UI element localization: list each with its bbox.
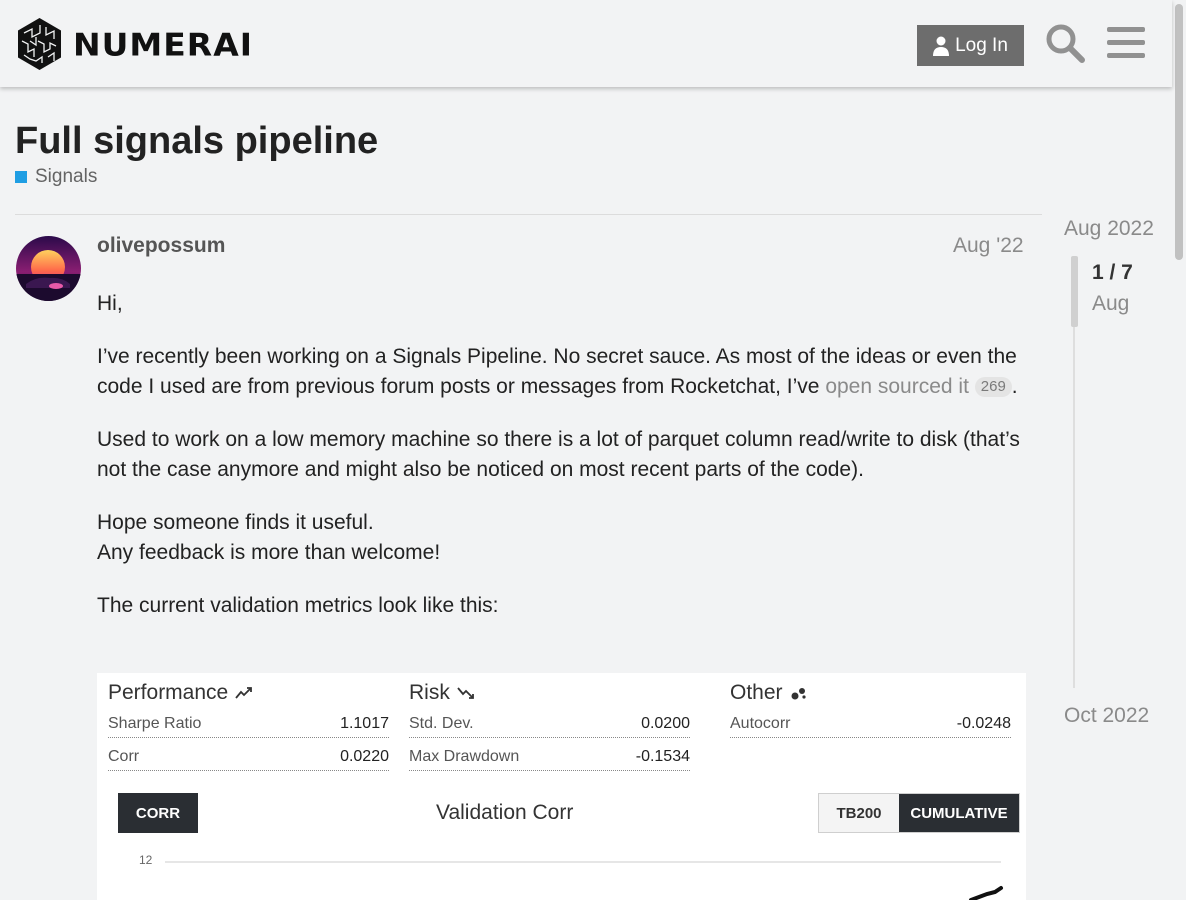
divider	[15, 214, 1042, 215]
post-paragraph-1: I’ve recently been working on a Signals …	[97, 342, 1027, 403]
metric-row: Std. Dev. 0.0200	[409, 705, 690, 738]
trending-down-icon	[457, 687, 474, 699]
post-body: Hi, I’ve recently been working on a Sign…	[97, 289, 1027, 643]
scrollbar-thumb[interactable]	[1175, 4, 1183, 260]
site-header: NUMERAI Log In	[0, 0, 1172, 87]
post-paragraph-3: Hope someone finds it useful. Any feedbac…	[97, 508, 1027, 569]
chart-gridline	[165, 861, 1001, 863]
post-paragraph-4: The current validation metrics look like…	[97, 593, 499, 617]
timeline-handle[interactable]	[1071, 256, 1078, 327]
page-scrollbar[interactable]	[1172, 0, 1186, 900]
risk-heading: Risk	[409, 681, 450, 704]
metric-label: Std. Dev.	[409, 715, 474, 732]
timeline-position: 1 / 7	[1092, 261, 1133, 284]
p3-line2: Any feedback is more than welcome!	[97, 541, 441, 564]
avatar[interactable]	[16, 236, 81, 301]
metric-row: Autocorr -0.0248	[730, 705, 1011, 738]
metric-label: Autocorr	[730, 715, 791, 732]
performance-heading: Performance	[108, 681, 229, 704]
performance-metrics: Performance Sharpe Ratio 1.1017 Corr 0.022…	[108, 681, 389, 771]
hamburger-menu-icon[interactable]	[1107, 25, 1145, 61]
risk-metrics: Risk Std. Dev. 0.0200 Max Drawdown -0.1534	[409, 681, 690, 771]
metric-label: Max Drawdown	[409, 748, 520, 765]
user-icon	[933, 36, 950, 56]
metric-label: Corr	[108, 748, 140, 765]
timeline-position-date: Aug	[1092, 292, 1130, 315]
cumulative-option: CUMULATIVE	[899, 794, 1019, 832]
other-metrics: Other Autocorr -0.0248	[730, 681, 1011, 738]
metric-value: 1.1017	[340, 715, 389, 732]
bubbles-icon	[791, 688, 806, 700]
tb200-option: TB200	[819, 794, 899, 832]
timeline-end-date[interactable]: Oct 2022	[1064, 704, 1149, 728]
link-click-count: 269	[974, 377, 1012, 397]
numerai-logo-icon	[18, 18, 61, 70]
trending-up-icon	[235, 687, 253, 699]
numerai-logo[interactable]: NUMERAI	[16, 17, 253, 71]
metric-value: -0.1534	[635, 748, 690, 765]
post-date[interactable]: Aug '22	[953, 234, 1024, 258]
metric-row: Max Drawdown -0.1534	[409, 738, 690, 771]
metric-label: Sharpe Ratio	[108, 715, 202, 732]
open-sourced-link[interactable]: open sourced it	[825, 375, 969, 398]
metric-row: Corr 0.0220	[108, 738, 389, 771]
metric-value: -0.0248	[956, 715, 1011, 732]
metric-value: 0.0200	[641, 715, 690, 732]
post-username[interactable]: olivepossum	[97, 234, 225, 258]
validation-metrics-image[interactable]: Performance Sharpe Ratio 1.1017 Corr 0.022…	[97, 673, 1026, 900]
other-heading: Other	[730, 681, 783, 704]
login-label: Log In	[955, 34, 1008, 56]
logo-text: NUMERAI	[73, 25, 254, 63]
y-axis-tick: 12	[139, 853, 153, 867]
timeline-start-date[interactable]: Aug 2022	[1064, 217, 1154, 241]
metric-value: 0.0220	[340, 748, 389, 765]
avatar-image	[16, 236, 81, 301]
category-badge[interactable]: Signals	[15, 166, 97, 188]
login-button[interactable]: Log In	[917, 25, 1024, 66]
corr-button: CORR	[118, 793, 198, 833]
search-icon[interactable]	[1044, 22, 1086, 64]
metric-row: Sharpe Ratio 1.1017	[108, 705, 389, 738]
post-greeting: Hi,	[97, 292, 123, 315]
p1-end: .	[1011, 375, 1018, 398]
category-color-square	[15, 171, 27, 183]
chart-title: Validation Corr	[436, 801, 574, 824]
post-paragraph-2: Used to work on a low memory machine so …	[97, 427, 1020, 482]
p3-line1: Hope someone finds it useful.	[97, 510, 374, 534]
chart-series-line	[969, 886, 1003, 900]
tb200-cumulative-toggle: TB200 CUMULATIVE	[818, 793, 1020, 833]
category-name: Signals	[35, 166, 98, 187]
topic-title[interactable]: Full signals pipeline	[15, 120, 378, 163]
